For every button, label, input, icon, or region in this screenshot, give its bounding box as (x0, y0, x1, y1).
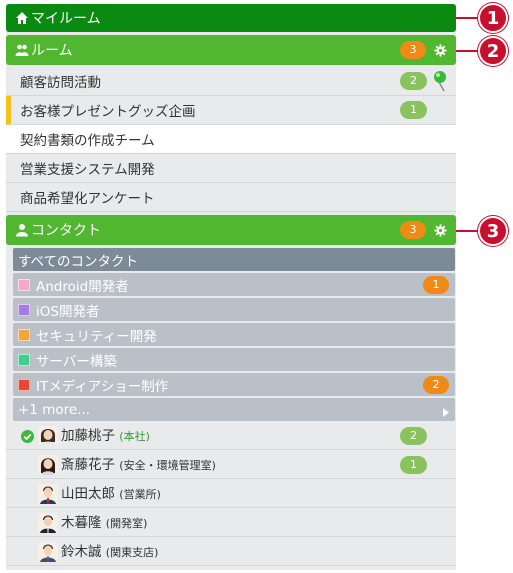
room-item-label: 営業支援システム開発 (20, 162, 155, 178)
contact-name-line: 加藤桃子 (本社) (61, 422, 150, 451)
avatar (38, 426, 58, 446)
contact-category[interactable]: iOS開発者 (13, 298, 455, 321)
category-color-swatch (18, 278, 30, 291)
contact-department: (安全・環境管理室) (119, 459, 216, 472)
room-item-selected[interactable]: 契約書類の作成チーム (6, 125, 456, 154)
contact-department: (開発室) (105, 517, 148, 530)
category-label: ITメディアショー制作 (36, 378, 169, 395)
gear-icon[interactable] (434, 224, 447, 237)
gear-icon[interactable] (434, 44, 447, 57)
contacts-unread-badge: 3 (400, 221, 426, 239)
rooms-unread-badge: 3 (400, 41, 426, 59)
category-label: セキュリティー開発 (36, 328, 157, 345)
contact-person[interactable]: 加藤桃子 (本社) 2 (6, 422, 456, 450)
contact-person[interactable]: 斎藤花子 (安全・環境管理室) 1 (6, 451, 456, 479)
avatar (38, 542, 58, 562)
rooms-label: ルーム (31, 43, 73, 59)
category-color-swatch (18, 328, 30, 341)
home-icon (15, 11, 29, 25)
my-room-header[interactable]: マイルーム (6, 4, 456, 32)
category-unread-badge: 1 (423, 276, 449, 294)
contact-name: 木暮隆 (61, 515, 102, 531)
room-item[interactable]: 営業支援システム開発 (6, 154, 456, 183)
more-categories-button[interactable]: +1 more... (13, 398, 455, 421)
contacts-label: コンタクト (31, 223, 101, 239)
contact-name-line: 鈴木誠 (関東支店) (61, 538, 158, 567)
checkmark-icon (21, 430, 34, 447)
sidebar-panel: マイルーム ルーム 3 顧客訪問活動 2 お客様プレゼントグッズ企画 1 契約書… (6, 4, 456, 570)
contact-name: 山田太郎 (61, 486, 115, 502)
contact-name-line: 斎藤花子 (安全・環境管理室) (61, 451, 216, 480)
contact-category[interactable]: Android開発者 1 (13, 273, 455, 296)
category-label: iOS開発者 (36, 303, 100, 320)
my-room-label: マイルーム (31, 11, 101, 27)
pin-icon[interactable] (432, 70, 450, 92)
room-item-label: お客様プレゼントグッズ企画 (20, 104, 196, 120)
contact-person[interactable]: 木暮隆 (開発室) (6, 509, 456, 537)
contact-category[interactable]: ITメディアショー制作 2 (13, 373, 455, 396)
contact-name-line: 山田太郎 (営業所) (61, 480, 161, 509)
avatar (38, 455, 58, 475)
contact-department: (営業所) (119, 488, 161, 501)
callout-marker: 3 (478, 216, 508, 246)
more-categories-label: +1 more... (18, 401, 91, 418)
room-item[interactable]: 顧客訪問活動 2 (6, 67, 456, 96)
category-label: サーバー構築 (36, 353, 117, 370)
room-item-label: 商品希望化アンケート (20, 191, 155, 207)
contact-unread-badge: 1 (400, 456, 427, 474)
room-item[interactable]: お客様プレゼントグッズ企画 1 (6, 96, 456, 125)
contact-name: 鈴木誠 (61, 544, 102, 560)
all-contacts-label: すべてのコンタクト (18, 253, 139, 270)
category-color-swatch (18, 378, 30, 391)
room-item-label: 顧客訪問活動 (20, 75, 101, 91)
category-color-swatch (18, 353, 30, 366)
contact-person[interactable]: 山田太郎 (営業所) (6, 480, 456, 508)
contact-unread-badge: 2 (400, 427, 427, 445)
room-unread-badge: 2 (400, 72, 427, 90)
group-icon (15, 43, 29, 57)
callout-marker: 1 (478, 3, 508, 33)
callout-marker: 2 (478, 36, 508, 66)
avatar (38, 484, 58, 504)
contact-department: (本社) (119, 430, 150, 443)
contact-category[interactable]: サーバー構築 (13, 348, 455, 371)
contacts-header[interactable]: コンタクト 3 (6, 215, 456, 245)
contact-person[interactable]: 鈴木誠 (関東支店) (6, 538, 456, 566)
contact-department: (関東支店) (105, 546, 159, 559)
avatar (38, 513, 58, 533)
rooms-header[interactable]: ルーム 3 (6, 35, 456, 65)
room-item[interactable]: 商品希望化アンケート (6, 183, 456, 212)
contact-name: 斎藤花子 (61, 457, 115, 473)
category-color-swatch (18, 303, 30, 316)
contact-name: 加藤桃子 (61, 428, 115, 444)
chevron-right-icon (443, 405, 449, 421)
room-unread-badge: 1 (400, 101, 427, 119)
category-unread-badge: 2 (423, 376, 449, 394)
person-icon (15, 223, 29, 237)
room-item-label: 契約書類の作成チーム (20, 133, 155, 149)
category-label: Android開発者 (36, 278, 129, 295)
contact-category[interactable]: セキュリティー開発 (13, 323, 455, 346)
all-contacts-item[interactable]: すべてのコンタクト (13, 248, 455, 271)
contact-name-line: 木暮隆 (開発室) (61, 509, 147, 538)
